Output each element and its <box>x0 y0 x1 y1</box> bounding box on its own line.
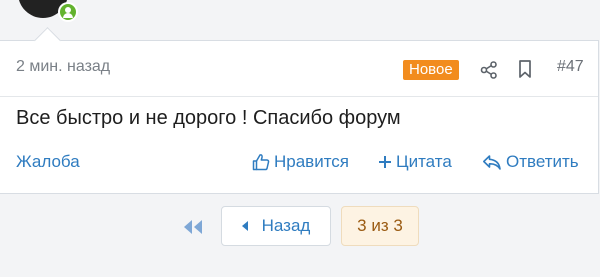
quote-label: Цитата <box>396 152 452 171</box>
page-status: 3 из 3 <box>357 216 403 235</box>
reply-icon <box>483 155 501 170</box>
post-number[interactable]: #47 <box>557 58 584 76</box>
share-icon[interactable] <box>480 61 498 79</box>
post-time[interactable]: 2 мин. назад <box>16 58 110 76</box>
prev-page-label: Назад <box>261 216 311 235</box>
page-indicator[interactable]: 3 из 3 <box>341 206 419 246</box>
post-message: Все быстро и не дорого ! Спасибо форум <box>16 107 401 129</box>
online-icon <box>58 2 78 22</box>
new-badge: Новое <box>403 60 459 80</box>
report-button[interactable]: Жалоба <box>16 152 80 172</box>
quote-button[interactable]: Цитата <box>378 152 452 172</box>
thumbs-up-icon <box>252 154 270 171</box>
bookmark-icon[interactable] <box>518 60 532 78</box>
divider <box>0 96 598 97</box>
reply-button[interactable]: Ответить <box>482 152 579 172</box>
report-label: Жалоба <box>16 152 80 171</box>
like-button[interactable]: Нравится <box>252 152 349 172</box>
reply-label: Ответить <box>506 152 579 171</box>
post-card: 2 мин. назад Новое #47 Все быстро и не д… <box>0 27 599 194</box>
like-label: Нравится <box>274 152 350 171</box>
first-page-icon[interactable] <box>182 217 204 237</box>
prev-arrow-icon <box>241 221 248 231</box>
previous-post-header <box>0 0 600 30</box>
plus-icon <box>379 156 391 168</box>
post-meta: 2 мин. назад Новое #47 <box>0 41 598 96</box>
prev-page-button[interactable]: Назад <box>221 206 331 246</box>
